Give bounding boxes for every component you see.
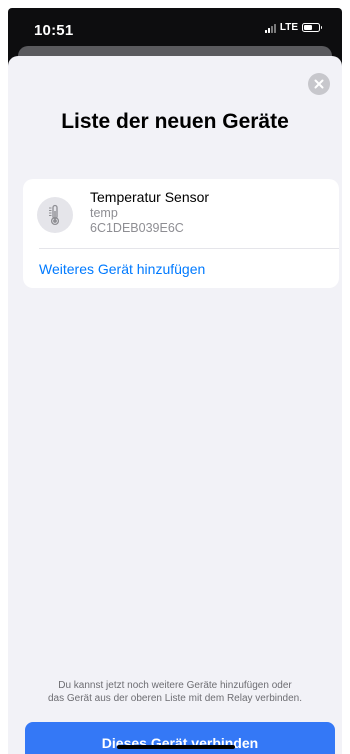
sheet-title: Liste der neuen Geräte [61,110,289,133]
hint-text: Du kannst jetzt noch weitere Geräte hinz… [16,679,334,705]
device-list-card: Temperatur Sensor temp 6C1DEB039E6C Weit… [23,179,339,288]
battery-icon [302,23,322,32]
device-list-item[interactable]: Temperatur Sensor temp 6C1DEB039E6C [23,179,339,248]
status-time: 10:51 [34,22,74,39]
signal-icon [264,23,276,33]
device-id: 6C1DEB039E6C [90,221,184,235]
add-device-link[interactable]: Weiteres Gerät hinzufügen [23,249,339,288]
status-icons: LTE [264,22,322,33]
close-button[interactable] [308,73,330,95]
thermometer-icon [37,197,73,233]
screen: 10:51 LTE Liste der neuen Geräte Tempera… [0,0,350,754]
device-text: Temperatur Sensor temp 6C1DEB039E6C [90,189,209,236]
hint-line-1: Du kannst jetzt noch weitere Geräte hinz… [58,680,292,691]
close-icon [314,79,324,89]
device-name: Temperatur Sensor [90,189,210,205]
home-indicator [117,745,235,749]
network-label: LTE [279,22,298,33]
device-type: temp [90,206,118,220]
hint-line-2: das Gerät aus der oberen Liste mit dem R… [47,693,303,704]
new-devices-sheet: Liste der neuen Geräte Temperatur Sensor… [8,56,342,754]
connect-device-button[interactable]: Dieses Gerät verbinden [25,722,335,754]
